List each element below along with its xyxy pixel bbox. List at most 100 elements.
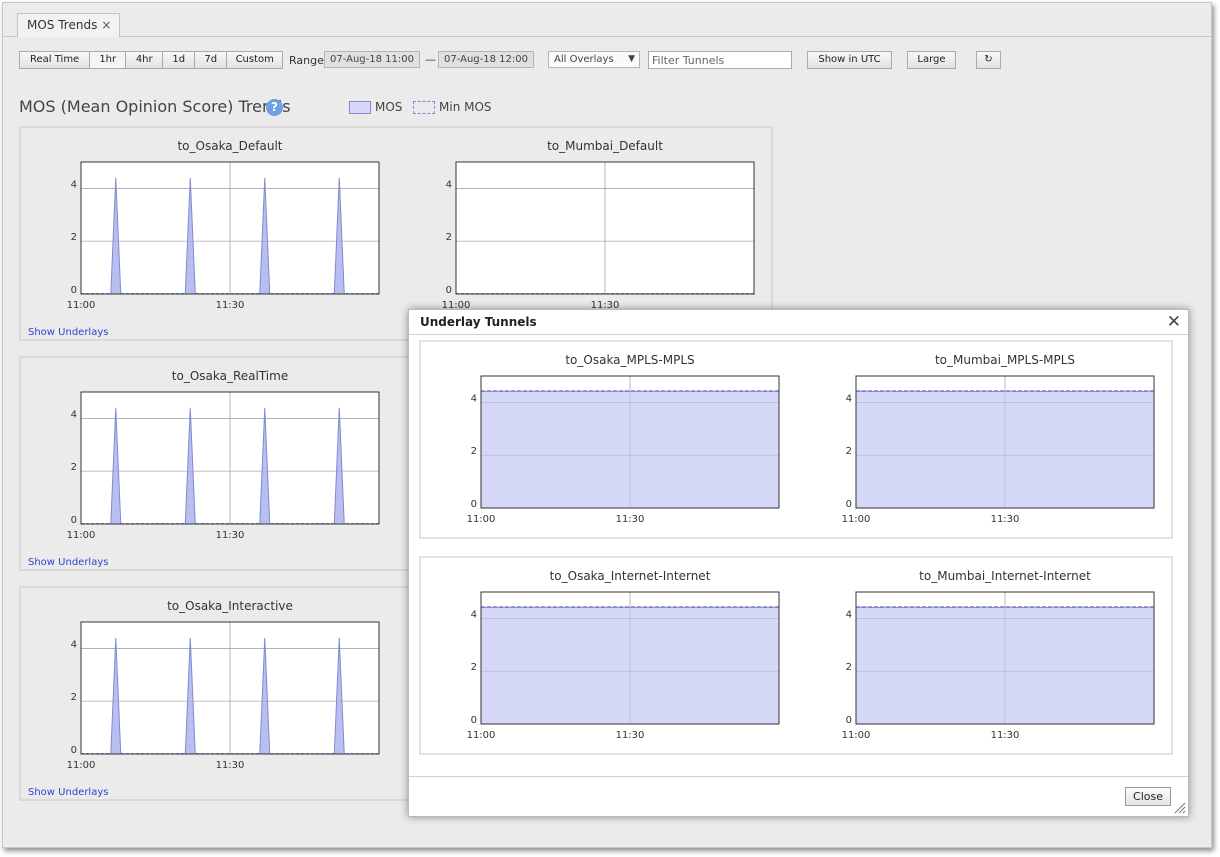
y-tick-label: 4	[471, 393, 477, 404]
chart-title: to_Osaka_RealTime	[172, 369, 288, 383]
help-icon[interactable]: ?	[266, 99, 283, 116]
filter-tunnels-input[interactable]	[648, 51, 792, 69]
x-tick-label: 11:00	[842, 730, 871, 741]
refresh-button[interactable]: ↻	[976, 51, 1001, 69]
y-tick-label: 0	[471, 715, 477, 726]
x-tick-label: 11:00	[67, 530, 96, 541]
chart-svg: to_Osaka_Default 0 2 4 11:00 11:30	[67, 139, 380, 311]
chart-to-osaka-mpls: to_Osaka_MPLS-MPLS 0 2 4 11:00 11:30	[461, 348, 781, 528]
show-underlays-link[interactable]: Show Underlays	[28, 557, 108, 568]
x-tick-label: 11:00	[467, 514, 496, 525]
underlay-panel-mpls: to_Osaka_MPLS-MPLS 0 2 4 11:00 11:30 to_Mumba…	[419, 340, 1173, 539]
y-tick-label: 4	[71, 179, 77, 190]
chart-to-osaka-interactive: to_Osaka_Interactive 0 2 4 11:00 11:30	[61, 594, 381, 774]
chart-svg: to_Mumbai_MPLS-MPLS 0 2 4 11:00 11:30	[842, 353, 1155, 525]
caret-down-icon: ▼	[628, 54, 635, 64]
y-tick-label: 2	[471, 662, 477, 673]
y-tick-label: 0	[71, 515, 77, 526]
realtime-button[interactable]: Real Time	[19, 51, 91, 69]
tab-strip: MOS Trends ×	[3, 3, 1211, 38]
size-button[interactable]: Large	[907, 51, 956, 69]
y-tick-label: 0	[71, 745, 77, 756]
legend-min-mos: Min MOS	[413, 100, 492, 114]
4hr-button[interactable]: 4hr	[125, 51, 164, 69]
underlay-panel-internet: to_Osaka_Internet-Internet 0 2 4 11:00 11:30 …	[419, 556, 1173, 755]
min-mos-swatch	[413, 100, 435, 114]
show-utc-button[interactable]: Show in UTC	[807, 51, 892, 69]
x-tick-label: 11:30	[616, 730, 645, 741]
chart-svg: to_Osaka_RealTime 0 2 4 11:00 11:30	[67, 369, 380, 541]
dialog-header: Underlay Tunnels ✕	[409, 310, 1188, 335]
y-tick-label: 0	[71, 285, 77, 296]
chart-to-mumbai-mpls: to_Mumbai_MPLS-MPLS 0 2 4 11:00 11:30	[836, 348, 1156, 528]
y-tick-label: 0	[846, 499, 852, 510]
y-tick-label: 2	[71, 232, 77, 243]
chart-to-osaka-internet: to_Osaka_Internet-Internet 0 2 4 11:00 11:30	[461, 564, 781, 744]
refresh-icon: ↻	[984, 54, 993, 65]
range-separator: —	[425, 53, 436, 66]
x-tick-label: 11:00	[467, 730, 496, 741]
underlay-tunnels-dialog: Underlay Tunnels ✕ to_Osaka_MPLS-MPLS 0 2 4…	[408, 309, 1189, 817]
legend-min-mos-label: Min MOS	[439, 100, 492, 114]
x-tick-label: 11:30	[216, 300, 245, 311]
y-tick-label: 4	[846, 393, 852, 404]
x-tick-label: 11:00	[842, 514, 871, 525]
dialog-footer: Close	[409, 776, 1188, 817]
overlays-select[interactable]: All Overlays ▼	[548, 51, 640, 68]
x-tick-label: 11:30	[991, 730, 1020, 741]
tab-label: MOS Trends	[27, 18, 98, 32]
range-end-field[interactable]: 07-Aug-18 12:00	[438, 51, 534, 68]
overlays-select-value: All Overlays	[554, 54, 614, 65]
custom-button[interactable]: Custom	[226, 51, 284, 69]
y-tick-label: 0	[471, 499, 477, 510]
tab-mos-trends[interactable]: MOS Trends ×	[17, 13, 121, 38]
chart-to-osaka-realtime: to_Osaka_RealTime 0 2 4 11:00 11:30	[61, 364, 381, 544]
close-icon[interactable]: ×	[101, 18, 111, 32]
chart-svg: to_Osaka_Interactive 0 2 4 11:00 11:30	[67, 599, 380, 771]
mos-swatch	[349, 100, 371, 114]
range-start-field[interactable]: 07-Aug-18 11:00	[324, 51, 420, 68]
chart-to-mumbai-default: to_Mumbai_Default 0 2 4 11:00 11:30	[436, 134, 756, 314]
y-tick-label: 2	[471, 446, 477, 457]
y-tick-label: 0	[846, 715, 852, 726]
chart-to-mumbai-internet: to_Mumbai_Internet-Internet 0 2 4 11:00 11:30	[836, 564, 1156, 744]
chart-svg: to_Mumbai_Internet-Internet 0 2 4 11:00 11:30	[842, 569, 1155, 741]
y-tick-label: 0	[446, 285, 452, 296]
1hr-button[interactable]: 1hr	[89, 51, 127, 69]
legend-mos-label: MOS	[375, 100, 403, 114]
chart-title: to_Mumbai_Default	[547, 139, 663, 153]
chart-svg: to_Osaka_Internet-Internet 0 2 4 11:00 11:30	[467, 569, 780, 741]
close-icon[interactable]: ✕	[1167, 312, 1181, 332]
chart-title: to_Osaka_MPLS-MPLS	[565, 353, 694, 367]
range-label: Range	[289, 54, 324, 67]
7d-button[interactable]: 7d	[194, 51, 228, 69]
chart-svg: to_Osaka_MPLS-MPLS 0 2 4 11:00 11:30	[467, 353, 780, 525]
close-button[interactable]: Close	[1125, 787, 1171, 806]
chart-title: to_Osaka_Internet-Internet	[550, 569, 711, 583]
x-tick-label: 11:00	[67, 760, 96, 771]
y-tick-label: 4	[471, 609, 477, 620]
y-tick-label: 2	[71, 692, 77, 703]
chart-title: to_Osaka_Default	[177, 139, 282, 153]
y-tick-label: 4	[71, 409, 77, 420]
toolbar: Real Time 1hr 4hr 1d 7d Custom Range 07-…	[19, 51, 1211, 73]
x-tick-label: 11:30	[216, 760, 245, 771]
y-tick-label: 2	[446, 232, 452, 243]
x-tick-label: 11:30	[216, 530, 245, 541]
x-tick-label: 11:00	[67, 300, 96, 311]
show-underlays-link[interactable]: Show Underlays	[28, 787, 108, 798]
show-underlays-link[interactable]: Show Underlays	[28, 327, 108, 338]
dialog-title: Underlay Tunnels	[420, 315, 537, 329]
time-range-selector: Real Time 1hr 4hr 1d 7d Custom	[19, 51, 284, 69]
y-tick-label: 2	[846, 446, 852, 457]
resize-grip-icon[interactable]	[1174, 802, 1186, 814]
y-tick-label: 2	[71, 462, 77, 473]
chart-svg: to_Mumbai_Default02411:00 11:30	[442, 139, 755, 311]
y-tick-label: 4	[446, 179, 452, 190]
chart-title: to_Mumbai_Internet-Internet	[919, 569, 1091, 583]
1d-button[interactable]: 1d	[162, 51, 196, 69]
chart-title: to_Osaka_Interactive	[167, 599, 293, 613]
chart-to-osaka-default: to_Osaka_Default 0 2 4 11:00 11:30	[61, 134, 381, 314]
page-title: MOS (Mean Opinion Score) Trends	[19, 97, 291, 116]
chart-title: to_Mumbai_MPLS-MPLS	[935, 353, 1075, 367]
